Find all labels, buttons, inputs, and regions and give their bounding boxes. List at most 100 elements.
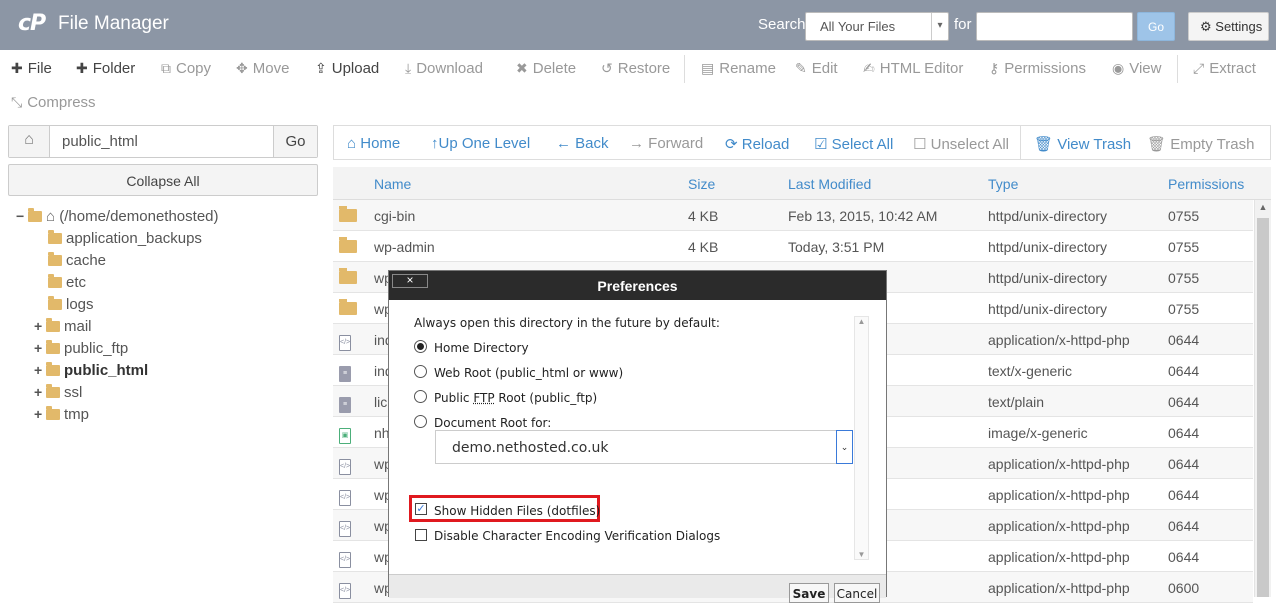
select-all-button[interactable]: ☑ Select All	[814, 135, 893, 153]
edit-button[interactable]: ✎ Edit	[795, 60, 838, 77]
file-list-scrollbar[interactable]: ▲	[1254, 200, 1271, 597]
folder-icon	[339, 299, 357, 318]
file-permissions: 0600	[1168, 580, 1200, 596]
restore-button[interactable]: ↺ Restore	[601, 60, 670, 77]
image-file-icon: ▣	[339, 424, 351, 444]
file-button[interactable]: ✚ File	[11, 60, 52, 77]
search-input[interactable]	[976, 12, 1133, 41]
table-row[interactable]: cgi-bin 4 KB Feb 13, 2015, 10:42 AM httpd/u…	[333, 200, 1253, 231]
tree-item-public-html[interactable]: + public_html	[34, 362, 148, 384]
rename-button[interactable]: ▤ Rename	[701, 60, 776, 77]
scrollbar-thumb[interactable]	[1257, 218, 1269, 597]
tree-root[interactable]: − ⌂ (/home/demonethosted)	[16, 208, 219, 230]
tree-item-label: mail	[64, 318, 92, 335]
tree-item-tmp[interactable]: + tmp	[34, 406, 89, 428]
folder-icon	[339, 268, 357, 287]
column-size[interactable]: Size	[688, 176, 715, 192]
copy-icon: ⧉	[161, 60, 171, 76]
search-scope-select[interactable]: All Your Files ▾	[805, 12, 949, 41]
permissions-button[interactable]: ⚷ Permissions	[989, 60, 1086, 77]
folder-button[interactable]: ✚ Folder	[76, 60, 135, 77]
search-go-button[interactable]: Go	[1137, 12, 1175, 41]
save-button[interactable]: Save	[789, 583, 829, 603]
home-button[interactable]: ⌂ Home	[347, 135, 400, 152]
chevron-down-icon[interactable]: ⌄	[836, 430, 853, 464]
dialog-title: Preferences	[389, 271, 886, 300]
key-icon: ⚷	[989, 60, 1000, 76]
scroll-up-icon[interactable]: ▲	[1255, 202, 1271, 212]
expand-icon[interactable]: +	[34, 362, 46, 378]
disable-encoding-label[interactable]: Disable Character Encoding Verification …	[434, 529, 720, 543]
file-name: lic	[374, 394, 388, 410]
reload-label: Reload	[741, 136, 790, 153]
cpanel-logo[interactable]: cP	[18, 11, 52, 36]
upload-button[interactable]: ⇪ Upload	[315, 60, 379, 77]
download-button[interactable]: ⤓ Download	[405, 60, 483, 77]
web-root-label[interactable]: Web Root (public_html or www)	[434, 366, 623, 380]
forward-button[interactable]: → Forward	[629, 135, 703, 152]
column-name[interactable]: Name	[374, 176, 411, 192]
restore-icon: ↺	[601, 60, 613, 76]
tree-item-ssl[interactable]: + ssl	[34, 384, 82, 406]
arrow-left-icon: ←	[556, 135, 571, 152]
extract-button[interactable]: ⤢ Extract	[1193, 60, 1256, 77]
collapse-icon[interactable]: −	[16, 208, 28, 224]
show-hidden-files-label[interactable]: Show Hidden Files (dotfiles)	[434, 504, 600, 518]
back-button[interactable]: ← Back	[556, 135, 609, 152]
expand-icon[interactable]: +	[34, 318, 46, 334]
tree-item-cache[interactable]: cache	[48, 252, 106, 274]
disable-encoding-checkbox[interactable]	[415, 529, 427, 541]
html-editor-button[interactable]: ✍ HTML Editor	[863, 60, 963, 77]
delete-button[interactable]: ✖ Delete	[516, 60, 576, 77]
document-root-select[interactable]: demo.nethosted.co.uk ⌄	[435, 430, 853, 464]
file-type: application/x-httpd-php	[988, 332, 1130, 348]
compress-button[interactable]: ⤡ Compress	[11, 94, 96, 111]
column-permissions[interactable]: Permissions	[1168, 176, 1244, 192]
show-hidden-files-checkbox[interactable]: ✓	[415, 503, 427, 515]
dialog-scrollbar[interactable]: ▲ ▼	[854, 316, 869, 560]
reload-button[interactable]: ⟳ Reload	[725, 135, 789, 153]
home-directory-radio[interactable]	[414, 340, 427, 353]
file-type: text/x-generic	[988, 363, 1073, 379]
expand-icon[interactable]: +	[34, 384, 46, 400]
settings-button[interactable]: ⚙ Settings	[1188, 12, 1269, 41]
tree-item-public-ftp[interactable]: + public_ftp	[34, 340, 128, 362]
move-button[interactable]: ✥ Move	[236, 60, 289, 77]
up-one-level-button[interactable]: ↑Up One Level	[431, 135, 530, 152]
view-button[interactable]: ◉ View	[1112, 60, 1161, 77]
document-root-label[interactable]: Document Root for:	[434, 416, 551, 430]
column-type[interactable]: Type	[988, 176, 1018, 192]
file-type: application/x-httpd-php	[988, 456, 1130, 472]
cancel-button[interactable]: Cancel	[834, 583, 880, 603]
tree-item-etc[interactable]: etc	[48, 274, 86, 296]
unselect-all-button[interactable]: ☐ Unselect All	[913, 135, 1009, 153]
public-ftp-root-radio[interactable]	[414, 390, 427, 403]
tree-item-mail[interactable]: + mail	[34, 318, 92, 340]
path-input[interactable]: public_html	[62, 133, 138, 150]
table-header: Name Size Last Modified Type Permissions	[333, 167, 1271, 200]
path-bar: ⌂ public_html Go	[8, 125, 318, 158]
folder-icon	[46, 384, 60, 398]
public-ftp-root-label[interactable]: Public FTP Root (public_ftp)	[434, 391, 597, 405]
home-directory-label[interactable]: Home Directory	[434, 341, 529, 355]
scroll-up-icon[interactable]: ▲	[855, 317, 868, 326]
folder-icon	[48, 296, 62, 310]
expand-icon[interactable]: +	[34, 406, 46, 422]
collapse-all-button[interactable]: Collapse All	[8, 164, 318, 196]
tree-item-application-backups[interactable]: application_backups	[48, 230, 202, 252]
tree-item-logs[interactable]: logs	[48, 296, 94, 318]
home-icon[interactable]: ⌂	[9, 126, 50, 157]
path-go-button[interactable]: Go	[273, 126, 317, 157]
document-root-radio[interactable]	[414, 415, 427, 428]
web-root-radio[interactable]	[414, 365, 427, 378]
copy-button[interactable]: ⧉ Copy	[161, 60, 211, 77]
close-icon[interactable]: ×	[392, 274, 428, 288]
tree-item-label: public_ftp	[64, 340, 129, 357]
view-trash-button[interactable]: 🗑 View Trash	[1034, 135, 1131, 153]
scroll-down-icon[interactable]: ▼	[855, 550, 868, 559]
column-last-modified[interactable]: Last Modified	[788, 176, 871, 192]
table-row[interactable]: wp-admin 4 KB Today, 3:51 PM httpd/unix-dir…	[333, 231, 1253, 262]
empty-trash-button[interactable]: 🗑 Empty Trash	[1147, 135, 1254, 153]
file-type: text/plain	[988, 394, 1045, 410]
expand-icon[interactable]: +	[34, 340, 46, 356]
